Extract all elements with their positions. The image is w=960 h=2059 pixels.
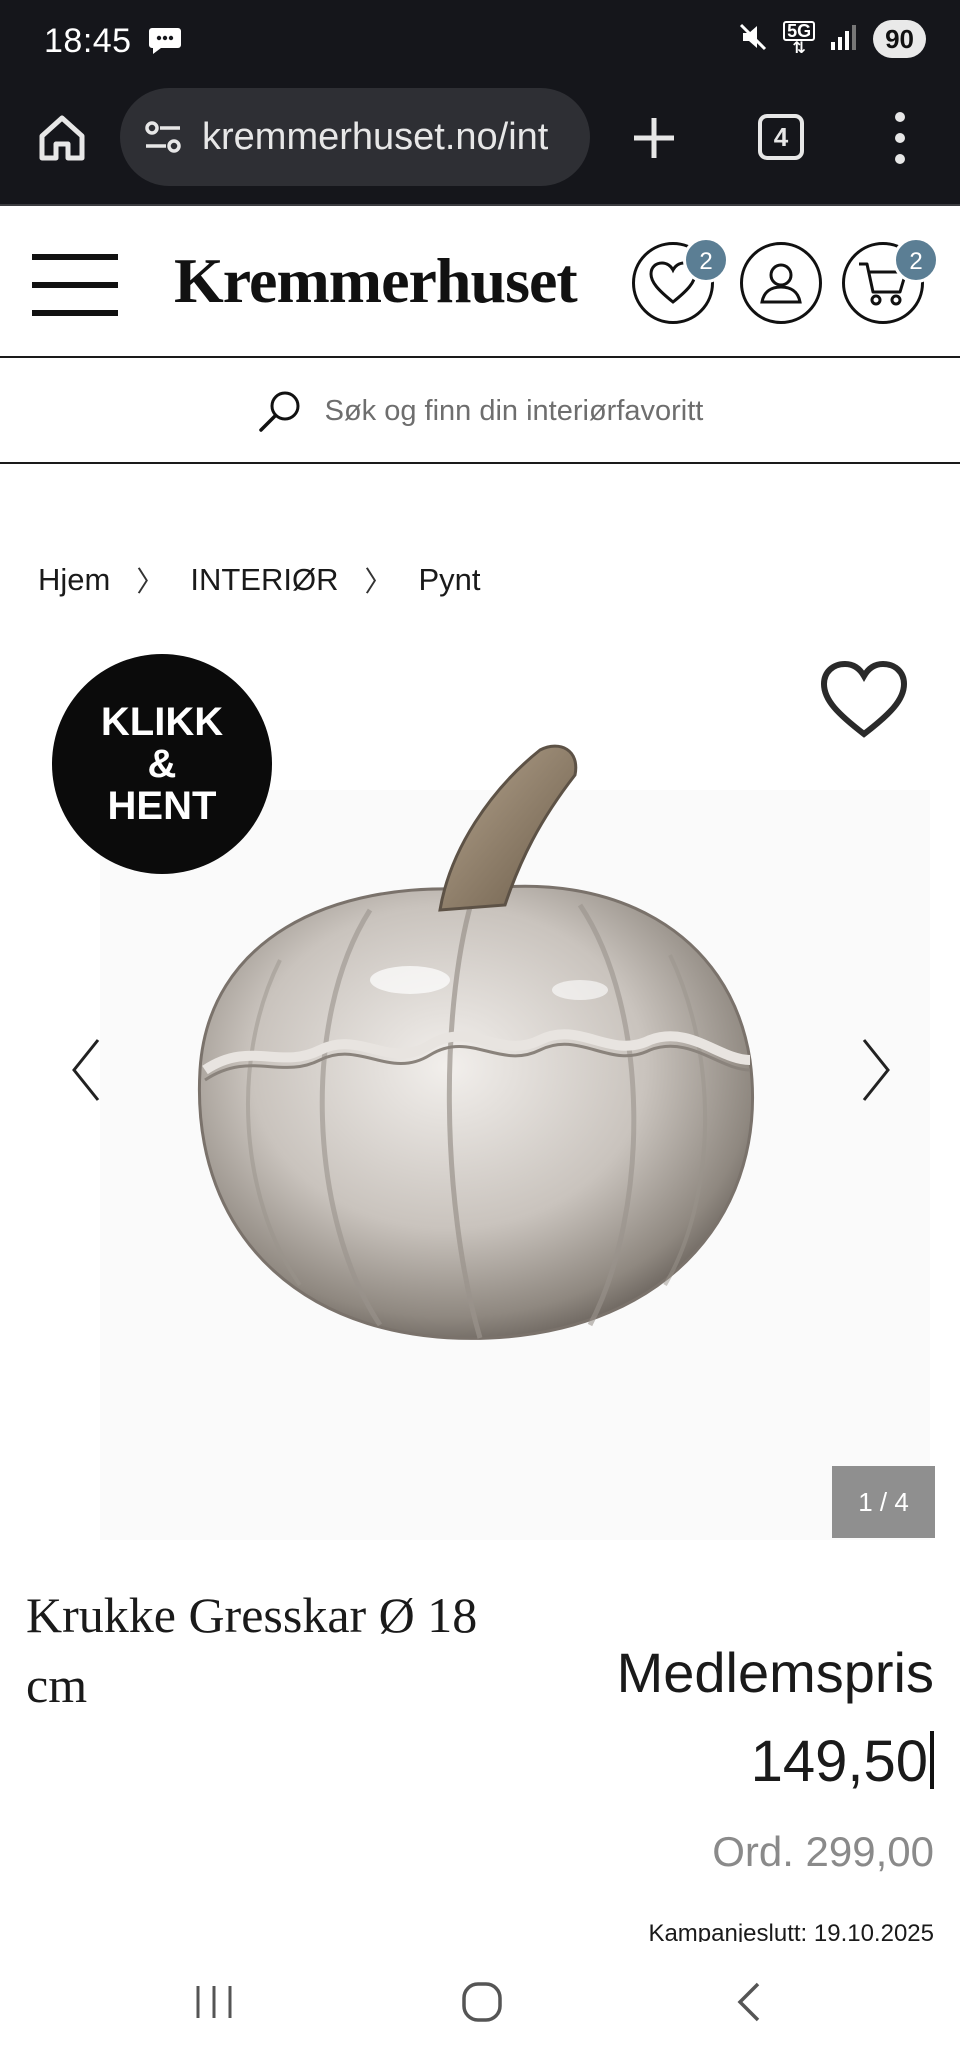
badge-line-1: KLIKK: [100, 700, 224, 744]
chat-notification-icon: [148, 26, 182, 61]
click-and-collect-badge: KLIKK & HENT: [52, 654, 272, 874]
browser-home-button[interactable]: [32, 108, 92, 168]
signal-icon: [829, 22, 859, 57]
back-arrow-icon: [737, 1982, 760, 2022]
breadcrumb-item-pynt[interactable]: Pynt: [419, 562, 481, 598]
network-type: 5G: [783, 21, 816, 41]
chevron-right-icon: [862, 1039, 890, 1101]
image-counter: 1 / 4: [832, 1466, 935, 1538]
hamburger-menu-button[interactable]: [32, 254, 118, 316]
cart-count-badge: 2: [893, 237, 939, 283]
status-bar: 18:45 5G ⇅ 90: [0, 0, 960, 86]
site-settings-icon[interactable]: [142, 116, 184, 158]
cart-button[interactable]: 2: [842, 237, 939, 324]
home-icon: [39, 115, 85, 161]
mute-icon: [737, 21, 769, 58]
browser-toolbar: kremmerhuset.no/int 4: [0, 86, 960, 206]
menu-dot: [895, 112, 905, 122]
menu-dot: [895, 154, 905, 164]
breadcrumb-separator: 〉: [136, 566, 165, 597]
wishlist-button[interactable]: 2: [632, 237, 729, 324]
previous-image-button[interactable]: [66, 1030, 106, 1110]
product-gallery[interactable]: KLIKK & HENT 1 / 4: [0, 640, 960, 1540]
badge-line-2: &: [147, 742, 177, 786]
campaign-end-text: Kampanjeslutt: 19.10.2025: [648, 1920, 934, 1942]
product-title: Krukke Gresskar Ø 18 cm: [26, 1587, 478, 1713]
status-time: 18:45: [44, 22, 132, 60]
wishlist-count-badge: 2: [683, 237, 729, 283]
badge-line-3: HENT: [107, 784, 217, 828]
system-back-button[interactable]: [720, 1972, 780, 2032]
chevron-left-icon: [72, 1039, 100, 1101]
search-bar[interactable]: Søk og finn din interiørfavoritt: [0, 360, 960, 464]
recent-apps-icon: [196, 1986, 232, 2018]
tab-switcher-button[interactable]: 4: [758, 114, 804, 160]
site-header: Kremmerhuset 2 2: [0, 208, 960, 358]
hamburger-line: [32, 254, 118, 260]
plus-icon: [634, 118, 674, 158]
member-price: 149,50: [751, 1728, 934, 1795]
text-cursor: [930, 1731, 934, 1789]
breadcrumb: Hjem 〉 INTERIØR 〉 Pynt: [38, 560, 481, 600]
home-circle-icon: [462, 1982, 502, 2022]
breadcrumb-separator: 〉: [364, 566, 393, 597]
browser-menu-button[interactable]: [880, 106, 920, 170]
hamburger-line: [32, 310, 118, 316]
next-image-button[interactable]: [856, 1030, 896, 1110]
system-navigation-bar: [0, 1942, 960, 2059]
hamburger-line: [32, 282, 118, 288]
system-home-button[interactable]: [452, 1972, 512, 2032]
address-bar[interactable]: kremmerhuset.no/int: [120, 88, 590, 186]
add-to-wishlist-button[interactable]: [818, 658, 910, 742]
breadcrumb-item-home[interactable]: Hjem: [38, 562, 110, 598]
recent-apps-button[interactable]: [184, 1972, 244, 2032]
menu-dot: [895, 133, 905, 143]
member-price-value: 149,50: [750, 1729, 928, 1794]
search-placeholder: Søk og finn din interiørfavoritt: [324, 394, 704, 427]
member-price-label: Medlemspris: [616, 1641, 934, 1704]
network-5g-icon: 5G ⇅: [783, 21, 816, 57]
ordinary-price: Ord. 299,00: [712, 1828, 934, 1875]
site-logo[interactable]: Kremmerhuset: [174, 244, 578, 318]
heart-outline-icon: [820, 660, 908, 738]
new-tab-button[interactable]: [626, 110, 682, 166]
breadcrumb-item-interior[interactable]: INTERIØR: [190, 562, 338, 598]
search-icon: [258, 391, 300, 432]
user-icon: [760, 263, 802, 304]
url-text: kremmerhuset.no/int: [202, 115, 549, 158]
account-button[interactable]: [740, 242, 822, 324]
battery-indicator: 90: [873, 20, 926, 58]
